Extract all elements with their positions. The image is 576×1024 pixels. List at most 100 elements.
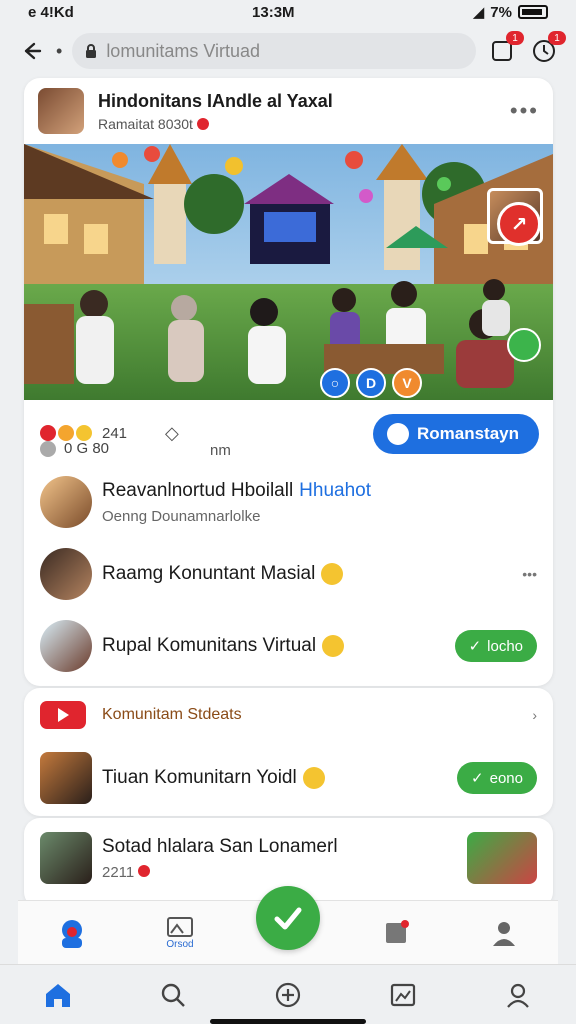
item-avatar (40, 548, 92, 600)
battery-percent: 7% (490, 3, 512, 21)
status-time: 13:3M (252, 3, 295, 21)
item-text: Sotad hlalara San Lonamerl 2211 (102, 836, 467, 881)
festival-illustration (24, 144, 553, 400)
hero-image[interactable]: ↗ ○ D V (24, 144, 553, 400)
tab-home[interactable] (36, 973, 80, 1017)
url-text: lomunitams Virtuad (106, 40, 261, 61)
list-item[interactable]: Reavanlnortud Hboilall Hhuahot Oenng Dou… (24, 466, 553, 538)
red-badge-icon[interactable]: ↗ (497, 202, 541, 246)
item-title: Rupal Komunitans Virtual (102, 635, 455, 657)
heart-icon (196, 117, 209, 130)
list-item[interactable]: Tiuan Komunitarn Yoidl ✓ eono (24, 742, 553, 814)
list-item[interactable]: Rupal Komunitans Virtual ✓ locho (24, 610, 553, 682)
hero-badges: ○ D V (320, 368, 422, 398)
check-icon: ✓ (468, 638, 482, 655)
post-subtitle: Ramaitat 8030t (98, 116, 510, 132)
item-subtitle: 2211 (102, 864, 467, 881)
join-button[interactable]: ✓ locho (454, 630, 537, 662)
more-dots-icon[interactable]: ••• (522, 566, 537, 582)
account-shelf-item[interactable] (482, 911, 526, 955)
gallery-label: Orsod (166, 939, 194, 950)
chat-bubble-icon (386, 423, 409, 445)
tab-profile[interactable] (496, 973, 540, 1017)
tab-add[interactable] (266, 973, 310, 1017)
item-text: Tiuan Komunitarn Yoidl (102, 767, 457, 789)
reaction-emojis[interactable] (40, 425, 92, 441)
item-title-text: Raamg Konuntant Masial (102, 563, 316, 584)
badge-v[interactable]: V (392, 368, 422, 398)
profile-shelf-item[interactable] (50, 911, 94, 955)
item-avatar (40, 476, 92, 528)
item-title-accent[interactable]: Hhuahot (299, 480, 371, 502)
tab-gallery[interactable] (381, 973, 425, 1017)
chat-icon[interactable] (507, 328, 541, 362)
join-button-label: eono (489, 769, 523, 787)
tabs-button[interactable]: 1 (486, 31, 524, 67)
post-meta: Hindonitans IAndle al Yaxal Ramaitat 803… (98, 91, 510, 132)
status-right: ◢ 7% (473, 3, 548, 21)
video-icon (40, 701, 86, 729)
back-arrow-icon (24, 42, 42, 60)
home-icon (45, 983, 70, 1007)
item-title: Reavanlnortud Hboilall Hhuahot (102, 480, 537, 502)
post-title: Hindonitans IAndle al Yaxal (98, 90, 333, 111)
love-icon (40, 425, 56, 441)
events-card: Komunitam Stdeats › Tiuan Komunitarn Yoi… (24, 688, 553, 816)
url-bar[interactable]: lomunitams Virtuad (72, 33, 476, 69)
smile-emoji-icon (322, 635, 345, 657)
chevron-right-icon[interactable]: › (532, 707, 537, 723)
events-header[interactable]: Komunitam Stdeats › (24, 688, 553, 742)
lock-icon (86, 44, 97, 58)
item-text: Raamg Konuntant Masial (102, 563, 522, 585)
chat-badge-icon[interactable]: ○ (320, 368, 350, 398)
reaction-count: 241 (102, 424, 128, 442)
item-title: Raamg Konuntant Masial (102, 563, 522, 585)
item-text: Rupal Komunitans Virtual (102, 635, 455, 657)
photo-icon (391, 983, 416, 1006)
confirm-fab[interactable] (256, 886, 320, 950)
item-title: Sotad hlalara San Lonamerl (102, 835, 338, 857)
item-subtitle: Oenng Dounamnarlolke (102, 507, 261, 525)
add-icon (275, 982, 301, 1007)
history-button[interactable]: 1 (528, 31, 566, 67)
preview-thumbnail[interactable] (467, 832, 537, 884)
heart-icon (138, 864, 151, 877)
more-icon[interactable]: ••• (510, 98, 539, 124)
reactions-row: 241 ◇ 0 G 80 nm Romanstayn (24, 400, 553, 466)
tab-bar (0, 964, 576, 1024)
person-icon (493, 921, 515, 946)
smile-emoji-icon (302, 767, 325, 789)
tab-search[interactable] (151, 973, 195, 1017)
diamond-icon[interactable]: ◇ (165, 423, 179, 444)
item-title-text: Reavanlnortud Hboilall (102, 479, 294, 501)
primary-action-button[interactable]: Romanstayn (372, 414, 539, 454)
gallery-shelf-item[interactable]: Orsod (158, 911, 202, 955)
battery-icon (517, 5, 548, 19)
item-title-text: Rupal Komunitans Virtual (102, 635, 317, 656)
tabs-badge: 1 (506, 31, 524, 45)
dot-separator: • (56, 40, 63, 61)
badge-d[interactable]: D (356, 368, 386, 398)
comment-icon (40, 440, 56, 457)
time-ago: nm (210, 442, 231, 459)
item-avatar (40, 620, 92, 672)
author-avatar[interactable] (38, 88, 84, 134)
history-badge: 1 (548, 31, 566, 45)
post-header: Hindonitans IAndle al Yaxal Ramaitat 803… (24, 78, 553, 144)
item-title-text: Tiuan Komunitarn Yoidl (102, 767, 297, 788)
list-item[interactable]: Raamg Konuntant Masial ••• (24, 538, 553, 610)
check-icon: ✓ (471, 770, 484, 787)
back-button[interactable] (16, 36, 46, 66)
profile-icon (507, 983, 530, 1008)
signal-icon: ◢ (472, 4, 485, 21)
join-button[interactable]: ✓ eono (457, 762, 537, 794)
search-icon (161, 983, 185, 1007)
status-time-left: e 4!Kd (28, 3, 74, 21)
join-button-label: locho (487, 637, 523, 655)
item-title: Tiuan Komunitarn Yoidl (102, 767, 457, 789)
check-icon (274, 907, 302, 930)
notes-shelf-item[interactable] (374, 911, 418, 955)
avatar-icon (62, 919, 82, 948)
haha-icon (58, 425, 74, 441)
comment-count: 0 G 80 (64, 440, 110, 457)
